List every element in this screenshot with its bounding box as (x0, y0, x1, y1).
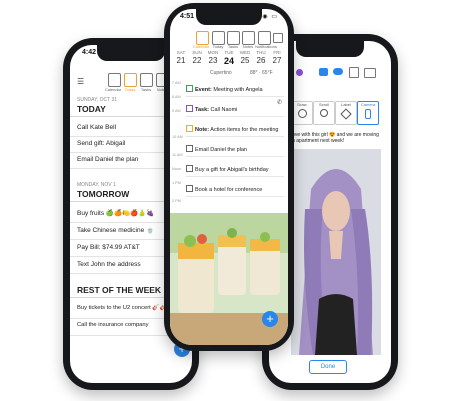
tab-label-calendar: Calendar (104, 87, 122, 92)
tool-camera[interactable]: Camera (357, 101, 379, 125)
entry-text: Book a hotel for conference (195, 187, 263, 193)
tool-label-label: Label (341, 102, 351, 107)
checkbox-icon (186, 185, 193, 192)
checkbox-icon (186, 105, 193, 112)
day-number-selected[interactable]: 24 (223, 56, 235, 66)
day-name: SUN (192, 50, 202, 55)
entry-text: Buy a gift for Abigail's birthday (195, 167, 269, 173)
tab-label-notifications: Notifications (255, 44, 277, 49)
location-label: Cupertino (210, 70, 232, 76)
day-name: WED (239, 50, 251, 55)
entry-text: Meeting with Angela (211, 87, 263, 93)
entry-prefix-note: Note: (195, 127, 210, 133)
tab-label-calendar: Calendar (192, 44, 210, 49)
entry-text: Email Daniel the plan (195, 147, 247, 153)
folder-icon[interactable] (364, 68, 376, 78)
entry-text: Action items for the meeting (209, 127, 279, 133)
tab-notifications[interactable] (258, 31, 271, 45)
calendar-event[interactable]: Event: Meeting with Angela (186, 85, 284, 97)
calendar-item[interactable]: Book a hotel for conference (186, 185, 284, 197)
day-number[interactable]: 25 (239, 56, 251, 65)
tag-icon (340, 108, 352, 120)
photo-svg (291, 149, 381, 355)
hour-label: 9 AM (172, 109, 181, 113)
weather-label: 88° · 65°F (250, 70, 273, 76)
hour-label: 8 AM (172, 95, 181, 99)
menu-icon[interactable]: ☰ (77, 77, 84, 86)
notch (295, 41, 365, 57)
day-name: THU (256, 50, 266, 55)
hour-label: 2 PM (172, 199, 181, 203)
tab-today[interactable] (124, 73, 137, 87)
day-name: FRI (273, 50, 281, 55)
phone-center-screen: 4:51 ▮▮▮ ◉ ▭ Calendar Today Tasks Notes … (170, 9, 288, 345)
tool-draw[interactable]: Draw (291, 101, 313, 125)
calendar-item[interactable]: Email Daniel the plan (186, 145, 284, 157)
note-text[interactable]: love with this girl 😍 and we are moving … (291, 132, 379, 144)
done-button[interactable]: Done (309, 360, 347, 374)
checkbox-icon (186, 145, 193, 152)
checkbox-icon (186, 125, 193, 132)
hour-label: Noon (172, 167, 182, 171)
hour-label: 1 PM (172, 181, 181, 185)
status-time: 4:42 (82, 49, 97, 56)
day-name: TUE (224, 50, 234, 55)
entry-prefix-task: Task: (195, 107, 209, 113)
checkbox-icon (186, 165, 193, 172)
doc-icon[interactable] (349, 67, 359, 78)
calendar-task[interactable]: Task: Call Naomi (186, 105, 284, 117)
day-number[interactable]: 23 (207, 56, 219, 65)
hour-label: 11 AM (172, 153, 183, 157)
tab-notes[interactable] (242, 31, 255, 45)
hour-label: 7 AM (172, 81, 181, 85)
tool-draw-label: Draw (297, 102, 307, 107)
add-button[interactable]: + (262, 311, 278, 327)
paperclip-icon (365, 109, 371, 119)
clock-icon (297, 109, 307, 118)
checkbox-icon (186, 85, 193, 92)
entry-text: Call Naomi (208, 107, 238, 113)
tool-scroll[interactable]: Scroll (313, 101, 335, 125)
tab-calendar[interactable] (196, 31, 209, 45)
day-number[interactable]: 22 (191, 56, 203, 65)
cloud-icon[interactable] (333, 68, 343, 75)
tool-camera-label: Camera (360, 102, 376, 107)
calendar-item[interactable]: Buy a gift for Abigail's birthday (186, 165, 284, 177)
tab-tasks[interactable] (227, 31, 240, 45)
day-number[interactable]: 26 (255, 56, 267, 65)
tab-tasks[interactable] (140, 73, 153, 87)
hour-label: 10 AM (172, 135, 183, 139)
tab-today[interactable] (212, 31, 225, 45)
camera-icon[interactable] (319, 68, 328, 76)
photo-woman-lavender-hair[interactable] (291, 149, 381, 355)
grid-icon[interactable] (273, 33, 283, 43)
user-icon (320, 109, 328, 117)
calendar-note[interactable]: Note: Action items for the meeting (186, 125, 284, 137)
tool-scroll-label: Scroll (318, 102, 329, 107)
notch (195, 9, 263, 25)
day-name: MON (207, 50, 219, 55)
tool-label[interactable]: Label (335, 101, 357, 125)
entry-prefix-event: Event: (195, 87, 212, 93)
tab-calendar[interactable] (108, 73, 121, 87)
day-number[interactable]: 27 (271, 56, 283, 65)
day-number[interactable]: 21 (175, 56, 187, 65)
notch (96, 45, 166, 61)
status-time: 4:51 (180, 13, 195, 20)
day-name: SAT (176, 50, 186, 55)
purple-heart-icon (296, 69, 303, 76)
phone-center: 4:51 ▮▮▮ ◉ ▭ Calendar Today Tasks Notes … (164, 3, 294, 351)
